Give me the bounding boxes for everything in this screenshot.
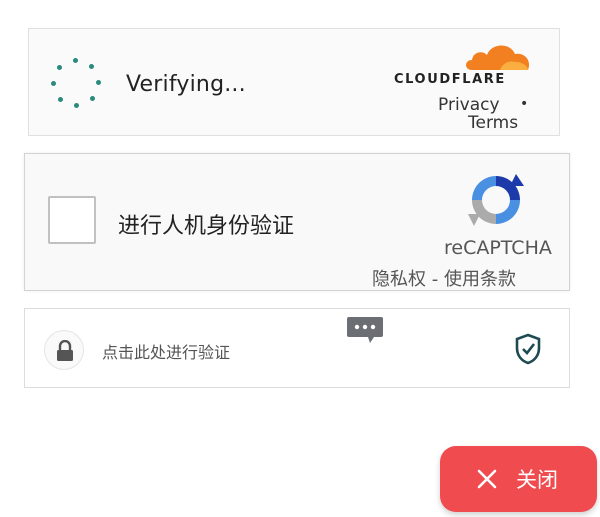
lock-icon [44,330,84,370]
close-button-label: 关闭 [516,468,558,492]
shield-check-icon [515,333,541,365]
recaptcha-brand: reCAPTCHA [444,237,552,259]
recaptcha-logo-icon [468,174,524,226]
cloudflare-logo: CLOUDFLARE [394,38,534,90]
page: Verifying... CLOUDFLARE Privacy • Terms … [0,0,600,517]
privacy-link[interactable]: Privacy [438,95,500,115]
close-icon [477,469,497,489]
chat-bubble-icon [347,317,383,343]
recaptcha-privacy-terms-links[interactable]: 隐私权 - 使用条款 [372,265,516,291]
close-button[interactable]: 关闭 [440,446,597,512]
link-separator: • [520,96,529,112]
cloudflare-wordmark: CLOUDFLARE [394,72,506,87]
loading-spinner-icon [50,58,102,110]
verifying-status: Verifying... [126,72,246,97]
cloudflare-cloud-icon [466,45,530,70]
recaptcha-checkbox[interactable] [48,196,96,244]
terms-link[interactable]: Terms [468,113,518,133]
recaptcha-checkbox-label: 进行人机身份验证 [118,214,295,239]
click-to-verify-text[interactable]: 点击此处进行验证 [102,339,230,363]
